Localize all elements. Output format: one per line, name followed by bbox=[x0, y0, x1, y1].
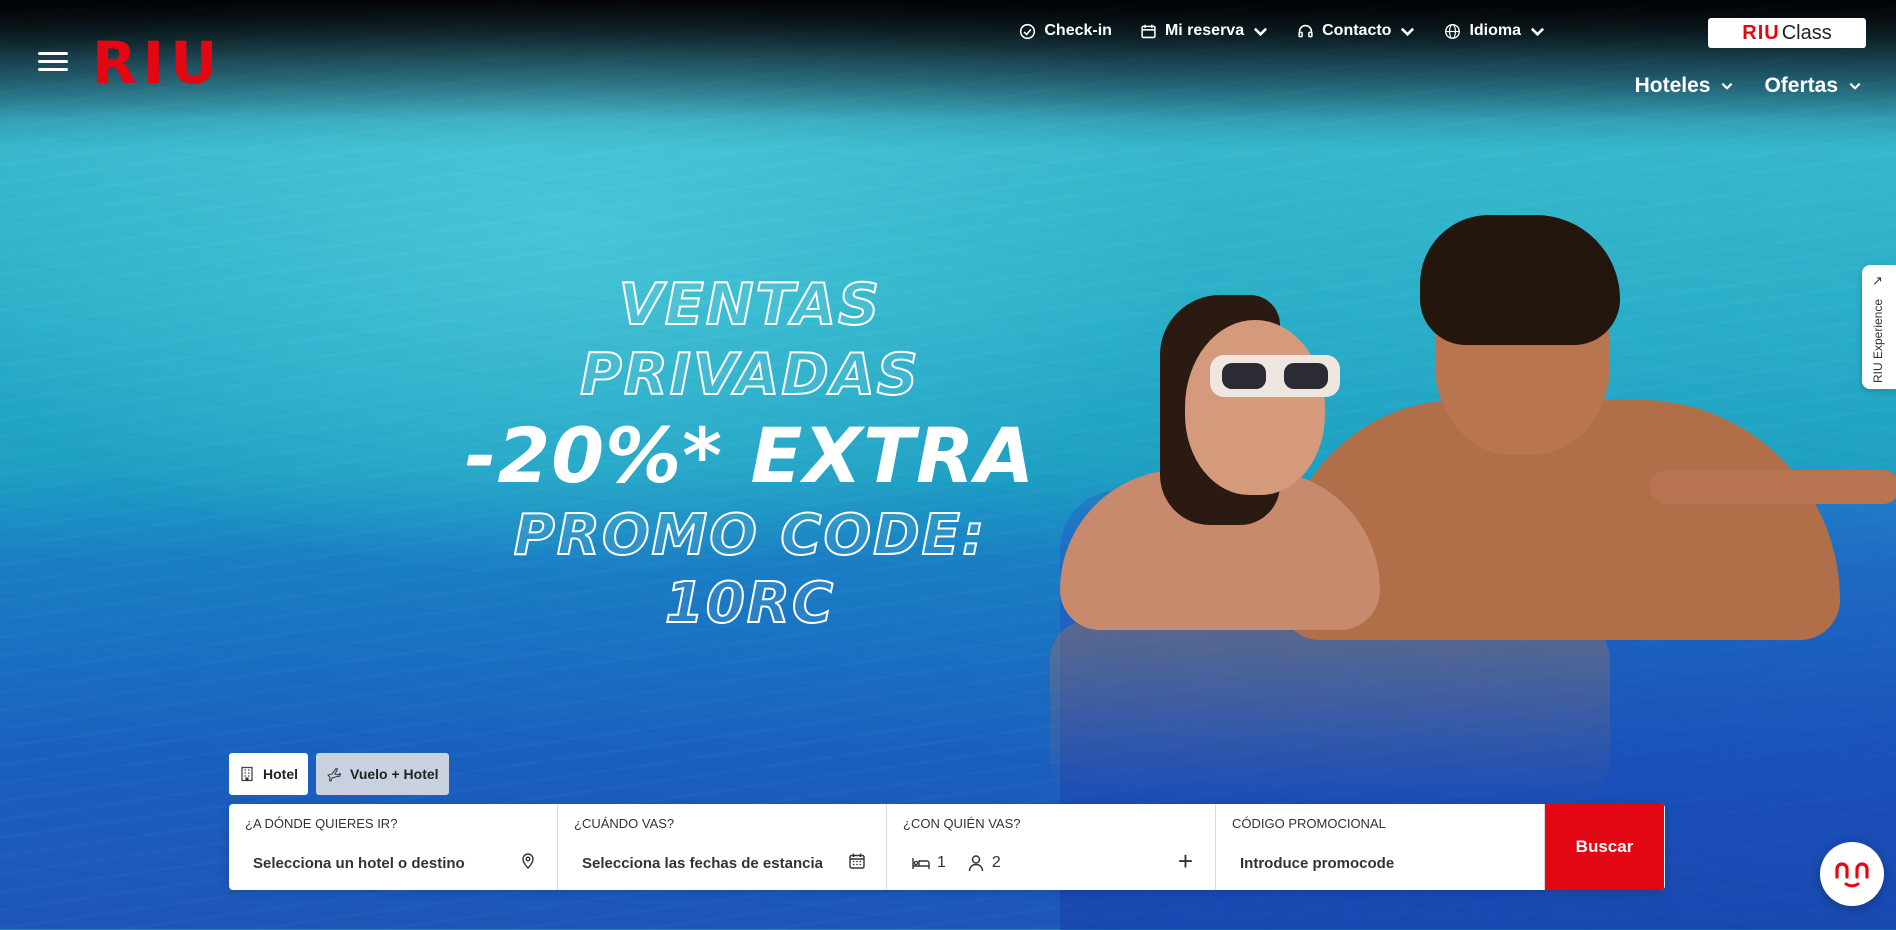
search-button[interactable]: Buscar bbox=[1545, 804, 1664, 890]
booking-type-tabs: Hotel Vuelo + Hotel bbox=[229, 753, 449, 795]
water-reflection bbox=[1050, 620, 1610, 800]
destination-field[interactable]: ¿A DÓNDE QUIERES IR? Selecciona un hotel… bbox=[229, 804, 558, 890]
people-count: 2 bbox=[966, 853, 1001, 873]
tab-hotel[interactable]: Hotel bbox=[229, 753, 308, 795]
chevron-down-icon bbox=[1254, 27, 1268, 36]
mi-reserva-label: Mi reserva bbox=[1164, 22, 1245, 39]
promo-discount: -20%* EXTRA bbox=[464, 411, 1036, 500]
guests-field[interactable]: ¿CON QUIÉN VAS? 1 2 + bbox=[887, 804, 1216, 890]
chevron-down-icon bbox=[1849, 82, 1861, 90]
riu-class-button[interactable]: RIU Class bbox=[1708, 18, 1866, 48]
riu-experience-label: RIU Experience bbox=[1871, 298, 1885, 383]
contacto-dropdown[interactable]: Contacto bbox=[1297, 22, 1416, 40]
chat-button[interactable] bbox=[1820, 842, 1884, 906]
man-hair bbox=[1420, 215, 1620, 345]
plane-icon bbox=[327, 767, 342, 782]
sunglasses bbox=[1210, 355, 1340, 397]
promo-code-label: CÓDIGO PROMOCIONAL bbox=[1232, 816, 1386, 831]
mi-reserva-dropdown[interactable]: Mi reserva bbox=[1140, 22, 1269, 40]
chevron-down-icon bbox=[1722, 82, 1733, 90]
nav-ofertas[interactable]: Ofertas bbox=[1764, 74, 1862, 98]
tab-hotel-label: Hotel bbox=[263, 766, 298, 782]
promo-title: VENTAS PRIVADAS bbox=[579, 271, 920, 409]
globe-icon bbox=[1445, 23, 1461, 39]
riu-class-brand: RIU bbox=[1742, 21, 1780, 44]
top-header: RIU Check-in Mi reserva Contacto Idioma … bbox=[0, 0, 1896, 120]
people-value: 2 bbox=[991, 854, 1001, 871]
guests-label: ¿CON QUIÉN VAS? bbox=[903, 816, 1021, 831]
utility-nav: Check-in Mi reserva Contacto Idioma bbox=[1019, 22, 1546, 40]
bed-icon bbox=[912, 858, 930, 869]
external-arrow-icon: ↗ bbox=[1872, 273, 1883, 288]
promo-code-field[interactable]: CÓDIGO PROMOCIONAL Introduce promocode bbox=[1216, 804, 1545, 890]
idioma-dropdown[interactable]: Idioma bbox=[1444, 22, 1546, 40]
promo-code-input[interactable]: Introduce promocode bbox=[1240, 855, 1528, 872]
booking-form: ¿A DÓNDE QUIERES IR? Selecciona un hotel… bbox=[229, 804, 1665, 890]
rooms-count: 1 bbox=[911, 853, 946, 873]
tab-vuelo-hotel-label: Vuelo + Hotel bbox=[350, 766, 439, 782]
dates-field[interactable]: ¿CUÁNDO VAS? Selecciona las fechas de es… bbox=[558, 804, 887, 890]
destination-value: Selecciona un hotel o destino bbox=[253, 855, 465, 872]
add-guests-icon[interactable]: + bbox=[1178, 848, 1193, 874]
riu-logo[interactable]: RIU bbox=[92, 34, 223, 92]
person-icon bbox=[968, 855, 984, 872]
nav-hoteles[interactable]: Hoteles bbox=[1635, 74, 1735, 98]
woman-head bbox=[1185, 320, 1325, 495]
guests-summary: 1 2 bbox=[911, 853, 1199, 873]
chevron-down-icon bbox=[1401, 27, 1415, 36]
chat-face-icon bbox=[1835, 862, 1869, 888]
headset-icon bbox=[1298, 24, 1313, 37]
main-nav: Hoteles Ofertas bbox=[1635, 74, 1862, 98]
man-arm bbox=[1650, 470, 1896, 504]
promo-code-text: PROMO CODE: 10RC bbox=[513, 502, 987, 637]
nav-ofertas-label: Ofertas bbox=[1764, 74, 1838, 97]
contacto-label: Contacto bbox=[1322, 22, 1392, 39]
destination-label: ¿A DÓNDE QUIERES IR? bbox=[245, 816, 398, 831]
dates-label: ¿CUÁNDO VAS? bbox=[574, 816, 675, 831]
dates-value: Selecciona las fechas de estancia bbox=[582, 855, 823, 872]
calendar-icon bbox=[1141, 24, 1156, 38]
idioma-label: Idioma bbox=[1469, 22, 1521, 39]
check-circle-icon bbox=[1020, 23, 1036, 39]
rooms-value: 1 bbox=[937, 854, 946, 871]
location-pin-icon bbox=[522, 853, 534, 869]
calendar-icon bbox=[849, 853, 865, 869]
chevron-down-icon bbox=[1530, 27, 1545, 36]
promo-banner[interactable]: VENTAS PRIVADAS -20%* EXTRA PROMO CODE: … bbox=[440, 270, 1060, 638]
checkin-link[interactable]: Check-in bbox=[1019, 22, 1112, 40]
nav-hoteles-label: Hoteles bbox=[1634, 74, 1711, 97]
tab-vuelo-hotel[interactable]: Vuelo + Hotel bbox=[316, 753, 449, 795]
riu-class-label: Class bbox=[1781, 21, 1832, 44]
riu-experience-tab[interactable]: ↗ RIU Experience bbox=[1862, 265, 1896, 389]
building-icon bbox=[241, 766, 253, 782]
hamburger-menu-icon[interactable] bbox=[38, 52, 68, 74]
checkin-label: Check-in bbox=[1044, 22, 1112, 39]
